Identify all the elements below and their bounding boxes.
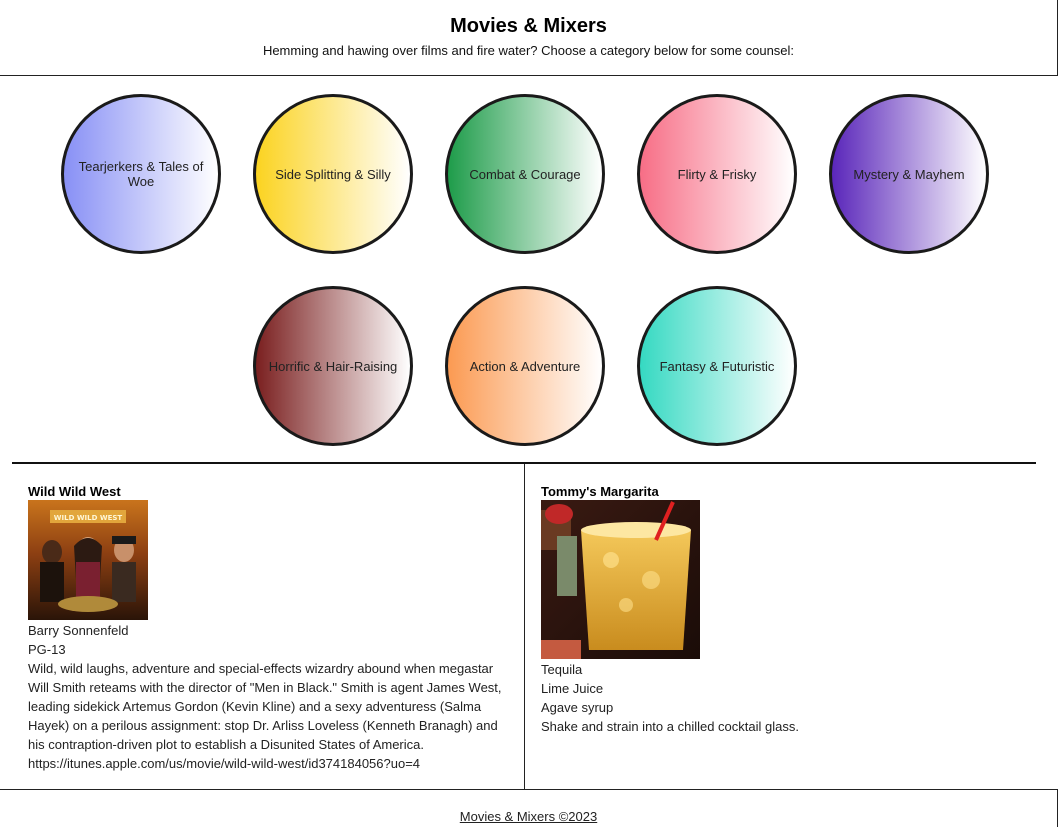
drink-instructions: Shake and strain into a chilled cocktail… (541, 719, 799, 734)
page-footer: Movies & Mixers ©2023 (0, 789, 1058, 827)
category-label: Tearjerkers & Tales of Woe (78, 159, 204, 189)
movie-director: Barry Sonnenfeld (28, 623, 129, 638)
category-horrific-button[interactable]: Horrific & Hair-Raising (253, 286, 413, 446)
category-label: Horrific & Hair-Raising (268, 358, 398, 374)
category-combat-courage-button[interactable]: Combat & Courage (445, 94, 605, 254)
category-side-splitting-button[interactable]: Side Splitting & Silly (253, 94, 413, 254)
category-label: Action & Adventure (469, 358, 581, 374)
category-label: Fantasy & Futuristic (659, 358, 775, 374)
category-label: Combat & Courage (469, 166, 581, 182)
poster-title-text: WILD WILD WEST (54, 514, 123, 522)
category-fantasy-futuristic-button[interactable]: Fantasy & Futuristic (637, 286, 797, 446)
category-label: Mystery & Mayhem (853, 166, 965, 182)
category-tearjerkers-button[interactable]: Tearjerkers & Tales of Woe (61, 94, 221, 254)
results-section: Wild Wild West WILD WILD WEST Barry Sonn… (12, 462, 1036, 790)
footer-link[interactable]: Movies & Mixers ©2023 (0, 809, 1057, 824)
category-flirty-frisky-button[interactable]: Flirty & Frisky (637, 94, 797, 254)
drink-photo-image (541, 500, 700, 659)
category-mystery-mayhem-button[interactable]: Mystery & Mayhem (829, 94, 989, 254)
drink-ingredient: Lime Juice (541, 681, 604, 696)
movie-poster-image: WILD WILD WEST (28, 500, 148, 620)
page-subtitle: Hemming and hawing over films and fire w… (262, 43, 795, 58)
drink-panel: Tommy's Margarita Tequila Lime Juice Aga… (525, 464, 1036, 790)
movie-description: Wild, wild laughs, adventure and special… (28, 661, 502, 752)
category-action-adventure-button[interactable]: Action & Adventure (445, 286, 605, 446)
category-label: Flirty & Frisky (677, 166, 757, 182)
movie-panel: Wild Wild West WILD WILD WEST Barry Sonn… (12, 464, 525, 790)
drink-ingredient: Tequila (541, 662, 583, 677)
drink-title: Tommy's Margarita (541, 484, 659, 499)
page-title: Movies & Mixers (450, 15, 607, 37)
movie-title: Wild Wild West (28, 484, 121, 499)
drink-ingredient: Agave syrup (541, 700, 614, 715)
movie-link: https://itunes.apple.com/us/movie/wild-w… (28, 756, 421, 771)
page-header: Movies & Mixers Hemming and hawing over … (0, 0, 1058, 76)
movie-rating: PG-13 (28, 642, 66, 657)
category-label: Side Splitting & Silly (275, 166, 391, 182)
